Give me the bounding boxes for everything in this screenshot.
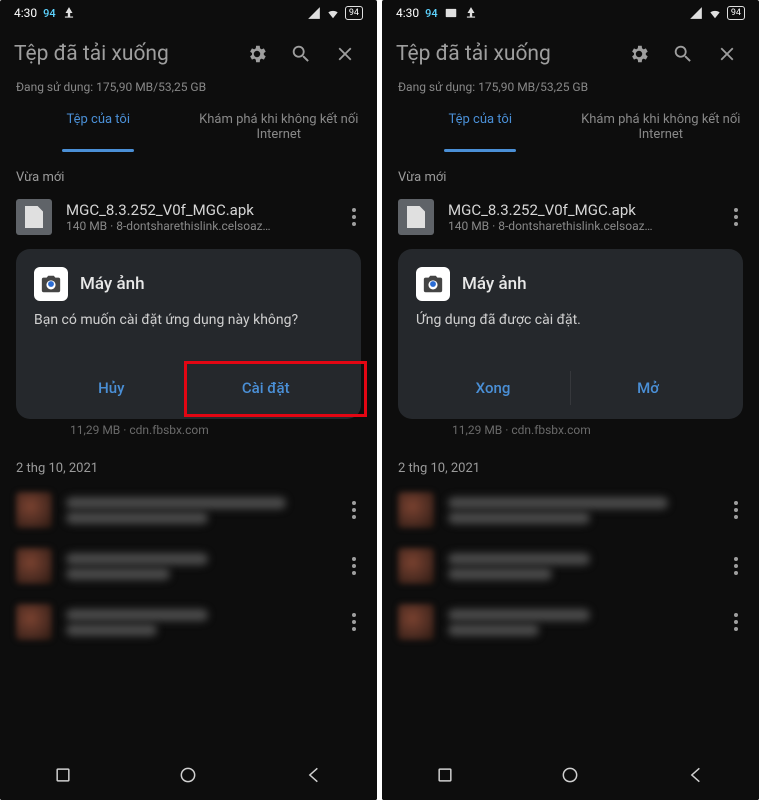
dialog-title: Máy ảnh xyxy=(462,274,527,294)
camera-icon xyxy=(422,273,444,295)
app-header: Tệp đã tải xuống xyxy=(0,26,377,78)
clock: 4:30 xyxy=(14,6,37,20)
image-notification-icon xyxy=(444,6,458,20)
file-overflow-button[interactable] xyxy=(721,208,751,226)
file-overflow-button[interactable] xyxy=(339,613,369,631)
section-date-label: 2 thg 10, 2021 xyxy=(382,443,759,482)
wifi-icon xyxy=(326,6,340,20)
nav-back-button[interactable] xyxy=(304,765,324,789)
gear-icon xyxy=(628,43,650,65)
blurred-thumbnail xyxy=(16,492,52,528)
search-button[interactable] xyxy=(283,36,319,72)
notification-count: 94 xyxy=(425,7,438,20)
nav-recent-button[interactable] xyxy=(435,765,455,789)
file-name: MGC_8.3.252_V0f_MGC.apk xyxy=(66,201,325,219)
file-row[interactable]: MGC_8.3.252_V0f_MGC.apk 140 MB · 8-donts… xyxy=(382,191,759,243)
navigation-bar xyxy=(0,754,377,800)
blurred-file-row xyxy=(0,538,377,594)
file-overflow-button[interactable] xyxy=(721,613,751,631)
navigation-bar xyxy=(382,754,759,800)
download-activity-icon xyxy=(62,6,76,20)
phone-screen-left: 4:30 94 94 Tệp đã tải xuống Đang sử dụng… xyxy=(0,0,377,800)
file-row[interactable]: MGC_8.3.252_V0f_MGC.apk 140 MB · 8-donts… xyxy=(0,191,377,243)
phone-screen-right: 4:30 94 94 Tệp đã tải xuống Đang sử dụng… xyxy=(382,0,759,800)
blurred-thumbnail xyxy=(398,492,434,528)
signal-icon xyxy=(689,6,703,20)
settings-button[interactable] xyxy=(239,36,275,72)
clock: 4:30 xyxy=(396,6,419,20)
battery-indicator: 94 xyxy=(727,6,745,20)
nav-home-button[interactable] xyxy=(560,765,580,789)
file-name: MGC_8.3.252_V0f_MGC.apk xyxy=(448,201,707,219)
section-date-label: 2 thg 10, 2021 xyxy=(0,443,377,482)
file-overflow-button[interactable] xyxy=(339,557,369,575)
done-button[interactable]: Xong xyxy=(416,371,571,405)
search-icon xyxy=(290,43,312,65)
app-header: Tệp đã tải xuống xyxy=(382,26,759,78)
file-overflow-button[interactable] xyxy=(339,208,369,226)
camera-icon xyxy=(40,273,62,295)
dialog-title: Máy ảnh xyxy=(80,274,145,294)
tab-explore-offline[interactable]: Khám phá khi không kết nối Internet xyxy=(571,102,752,152)
file-meta: 140 MB · 8-dontsharethislink.celsoaz… xyxy=(448,219,707,233)
blurred-file-row xyxy=(382,482,759,538)
search-button[interactable] xyxy=(665,36,701,72)
nav-recent-button[interactable] xyxy=(53,765,73,789)
install-button[interactable]: Cài đặt xyxy=(189,371,344,405)
close-icon xyxy=(716,43,738,65)
file-overflow-button[interactable] xyxy=(721,501,751,519)
file-type-icon xyxy=(16,199,52,235)
blurred-file-row xyxy=(382,538,759,594)
page-title: Tệp đã tải xuống xyxy=(396,42,613,66)
obscured-file-meta: 11,29 MB · cdn.fbsbx.com xyxy=(382,423,759,443)
tab-my-files[interactable]: Tệp của tôi xyxy=(390,102,571,152)
tab-explore-offline[interactable]: Khám phá khi không kết nối Internet xyxy=(189,102,370,152)
storage-usage: Đang sử dụng: 175,90 MB/53,25 GB xyxy=(382,78,759,102)
section-recent-label: Vừa mới xyxy=(0,152,377,191)
blurred-thumbnail xyxy=(16,548,52,584)
gear-icon xyxy=(246,43,268,65)
file-type-icon xyxy=(398,199,434,235)
close-icon xyxy=(334,43,356,65)
battery-indicator: 94 xyxy=(345,6,363,20)
close-button[interactable] xyxy=(327,36,363,72)
obscured-file-meta: 11,29 MB · cdn.fbsbx.com xyxy=(0,423,377,443)
search-icon xyxy=(672,43,694,65)
blurred-thumbnail xyxy=(398,548,434,584)
wifi-icon xyxy=(708,6,722,20)
dialog-body: Bạn có muốn cài đặt ứng dụng này không? xyxy=(34,311,343,349)
blurred-thumbnail xyxy=(16,604,52,640)
file-overflow-button[interactable] xyxy=(339,501,369,519)
nav-home-button[interactable] xyxy=(178,765,198,789)
install-done-dialog: Máy ảnh Ứng dụng đã được cài đặt. Xong M… xyxy=(398,249,743,419)
tab-bar: Tệp của tôi Khám phá khi không kết nối I… xyxy=(382,102,759,152)
settings-button[interactable] xyxy=(621,36,657,72)
install-prompt-dialog: Máy ảnh Bạn có muốn cài đặt ứng dụng này… xyxy=(16,249,361,419)
download-activity-icon xyxy=(464,6,478,20)
blurred-file-row xyxy=(0,594,377,650)
blurred-file-row xyxy=(382,594,759,650)
dialog-body: Ứng dụng đã được cài đặt. xyxy=(416,311,725,349)
app-icon-camera xyxy=(416,267,450,301)
section-recent-label: Vừa mới xyxy=(382,152,759,191)
close-button[interactable] xyxy=(709,36,745,72)
status-bar: 4:30 94 94 xyxy=(382,0,759,26)
page-title: Tệp đã tải xuống xyxy=(14,42,231,66)
tab-bar: Tệp của tôi Khám phá khi không kết nối I… xyxy=(0,102,377,152)
open-button[interactable]: Mở xyxy=(571,371,725,405)
nav-back-button[interactable] xyxy=(686,765,706,789)
storage-usage: Đang sử dụng: 175,90 MB/53,25 GB xyxy=(0,78,377,102)
status-bar: 4:30 94 94 xyxy=(0,0,377,26)
file-meta: 140 MB · 8-dontsharethislink.celsoaz… xyxy=(66,219,325,233)
notification-count: 94 xyxy=(43,7,56,20)
signal-icon xyxy=(307,6,321,20)
file-overflow-button[interactable] xyxy=(721,557,751,575)
cancel-button[interactable]: Hủy xyxy=(34,371,189,405)
tab-my-files[interactable]: Tệp của tôi xyxy=(8,102,189,152)
app-icon-camera xyxy=(34,267,68,301)
blurred-thumbnail xyxy=(398,604,434,640)
blurred-file-row xyxy=(0,482,377,538)
